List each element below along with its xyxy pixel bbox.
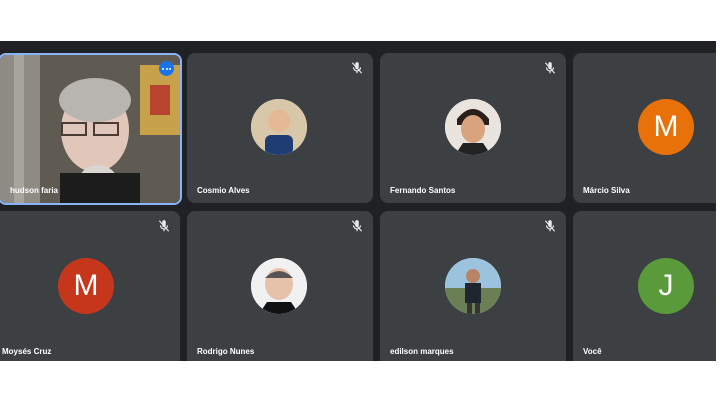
mic-off-icon (351, 62, 363, 74)
participant-grid: hudson faria Cosmio Alves Fernando Santo… (0, 41, 716, 361)
participant-name: Rodrigo Nunes (197, 347, 255, 356)
more-options-button[interactable] (159, 61, 174, 76)
avatar (251, 258, 307, 314)
mic-off-icon (544, 220, 556, 232)
participant-tile-voce[interactable]: J Você (573, 211, 716, 361)
mic-off-icon (544, 62, 556, 74)
participant-tile-edilson-marques[interactable]: edilson marques (380, 211, 566, 361)
avatar (445, 258, 501, 314)
avatar (251, 99, 307, 155)
participant-name: Márcio Silva (583, 186, 630, 195)
participant-video (0, 55, 180, 203)
participant-tile-marcio-silva[interactable]: M Márcio Silva (573, 53, 716, 203)
avatar (445, 99, 501, 155)
participant-name: Você (583, 347, 602, 356)
avatar: M (58, 258, 114, 314)
participant-name: hudson faria (10, 186, 59, 195)
mic-off-icon (351, 220, 363, 232)
participant-name: Cosmio Alves (197, 186, 250, 195)
participant-tile-cosmio-alves[interactable]: Cosmio Alves (187, 53, 373, 203)
avatar: J (638, 258, 694, 314)
participant-name: Moysés Cruz (2, 347, 52, 356)
participant-tile-moyses-cruz[interactable]: M Moysés Cruz (0, 211, 180, 361)
avatar: M (638, 99, 694, 155)
participant-tile-fernando-santos[interactable]: Fernando Santos (380, 53, 566, 203)
mic-off-icon (158, 220, 170, 232)
participant-tile-rodrigo-nunes[interactable]: Rodrigo Nunes (187, 211, 373, 361)
participant-name: Fernando Santos (390, 186, 456, 195)
participant-tile-hudson-faria[interactable]: hudson faria (0, 53, 182, 205)
participant-name: edilson marques (390, 347, 454, 356)
